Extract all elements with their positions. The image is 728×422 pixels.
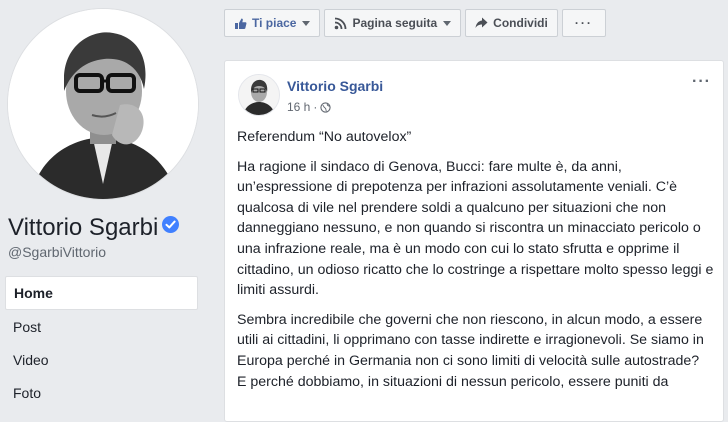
post-author-name[interactable]: Vittorio Sgarbi [287, 78, 383, 94]
profile-photo-image [8, 9, 198, 199]
follow-page-button[interactable]: Pagina seguita [324, 9, 462, 37]
page-action-bar: Ti piace Pagina seguita Condividi ··· [224, 9, 606, 37]
left-column: Vittorio Sgarbi @SgarbiVittorio Home Pos… [0, 0, 210, 405]
post-paragraph-2: Sembra incredibile che governi che non r… [237, 311, 704, 369]
globe-icon[interactable] [320, 101, 331, 113]
post-card: Vittorio Sgarbi 16 h · ··· Referendum “N… [224, 60, 724, 422]
post-options-button[interactable]: ··· [692, 73, 711, 91]
follow-page-label: Pagina seguita [352, 16, 438, 30]
share-page-label: Condividi [493, 16, 548, 30]
share-arrow-icon [475, 17, 488, 29]
post-title: Referendum “No autovelox” [237, 129, 412, 145]
share-page-button[interactable]: Condividi [465, 9, 558, 37]
page-nav: Home Post Video Foto [5, 276, 198, 410]
post-paragraph-1: Ha ragione il sindaco di Genova, Bucci: … [237, 158, 714, 299]
meta-separator: · [313, 100, 318, 114]
more-actions-button[interactable]: ··· [561, 9, 606, 37]
page-name-text[interactable]: Vittorio Sgarbi [8, 214, 158, 241]
page-name[interactable]: Vittorio Sgarbi [8, 214, 180, 242]
rss-icon [334, 17, 347, 30]
post-timestamp[interactable]: 16 h [287, 100, 310, 114]
verified-badge-icon [162, 216, 180, 233]
caret-down-icon [302, 20, 311, 26]
nav-item-post[interactable]: Post [5, 311, 198, 343]
profile-picture[interactable] [8, 9, 198, 199]
page-handle[interactable]: @SgarbiVittorio [8, 244, 106, 260]
post-body: Referendum “No autovelox” Ha ragione il … [237, 127, 715, 401]
nav-item-home[interactable]: Home [5, 276, 198, 310]
post-meta: 16 h · [287, 100, 331, 114]
post-author-avatar[interactable] [238, 74, 280, 116]
nav-item-foto[interactable]: Foto [5, 377, 198, 409]
author-avatar-image [239, 75, 279, 115]
caret-down-icon [443, 20, 452, 26]
like-page-button[interactable]: Ti piace [224, 9, 321, 37]
like-page-label: Ti piace [252, 16, 297, 30]
nav-item-video[interactable]: Video [5, 344, 198, 376]
post-paragraph-3: E perché dobbiamo, in situazioni di ness… [237, 373, 669, 390]
thumbs-up-icon [234, 17, 247, 30]
